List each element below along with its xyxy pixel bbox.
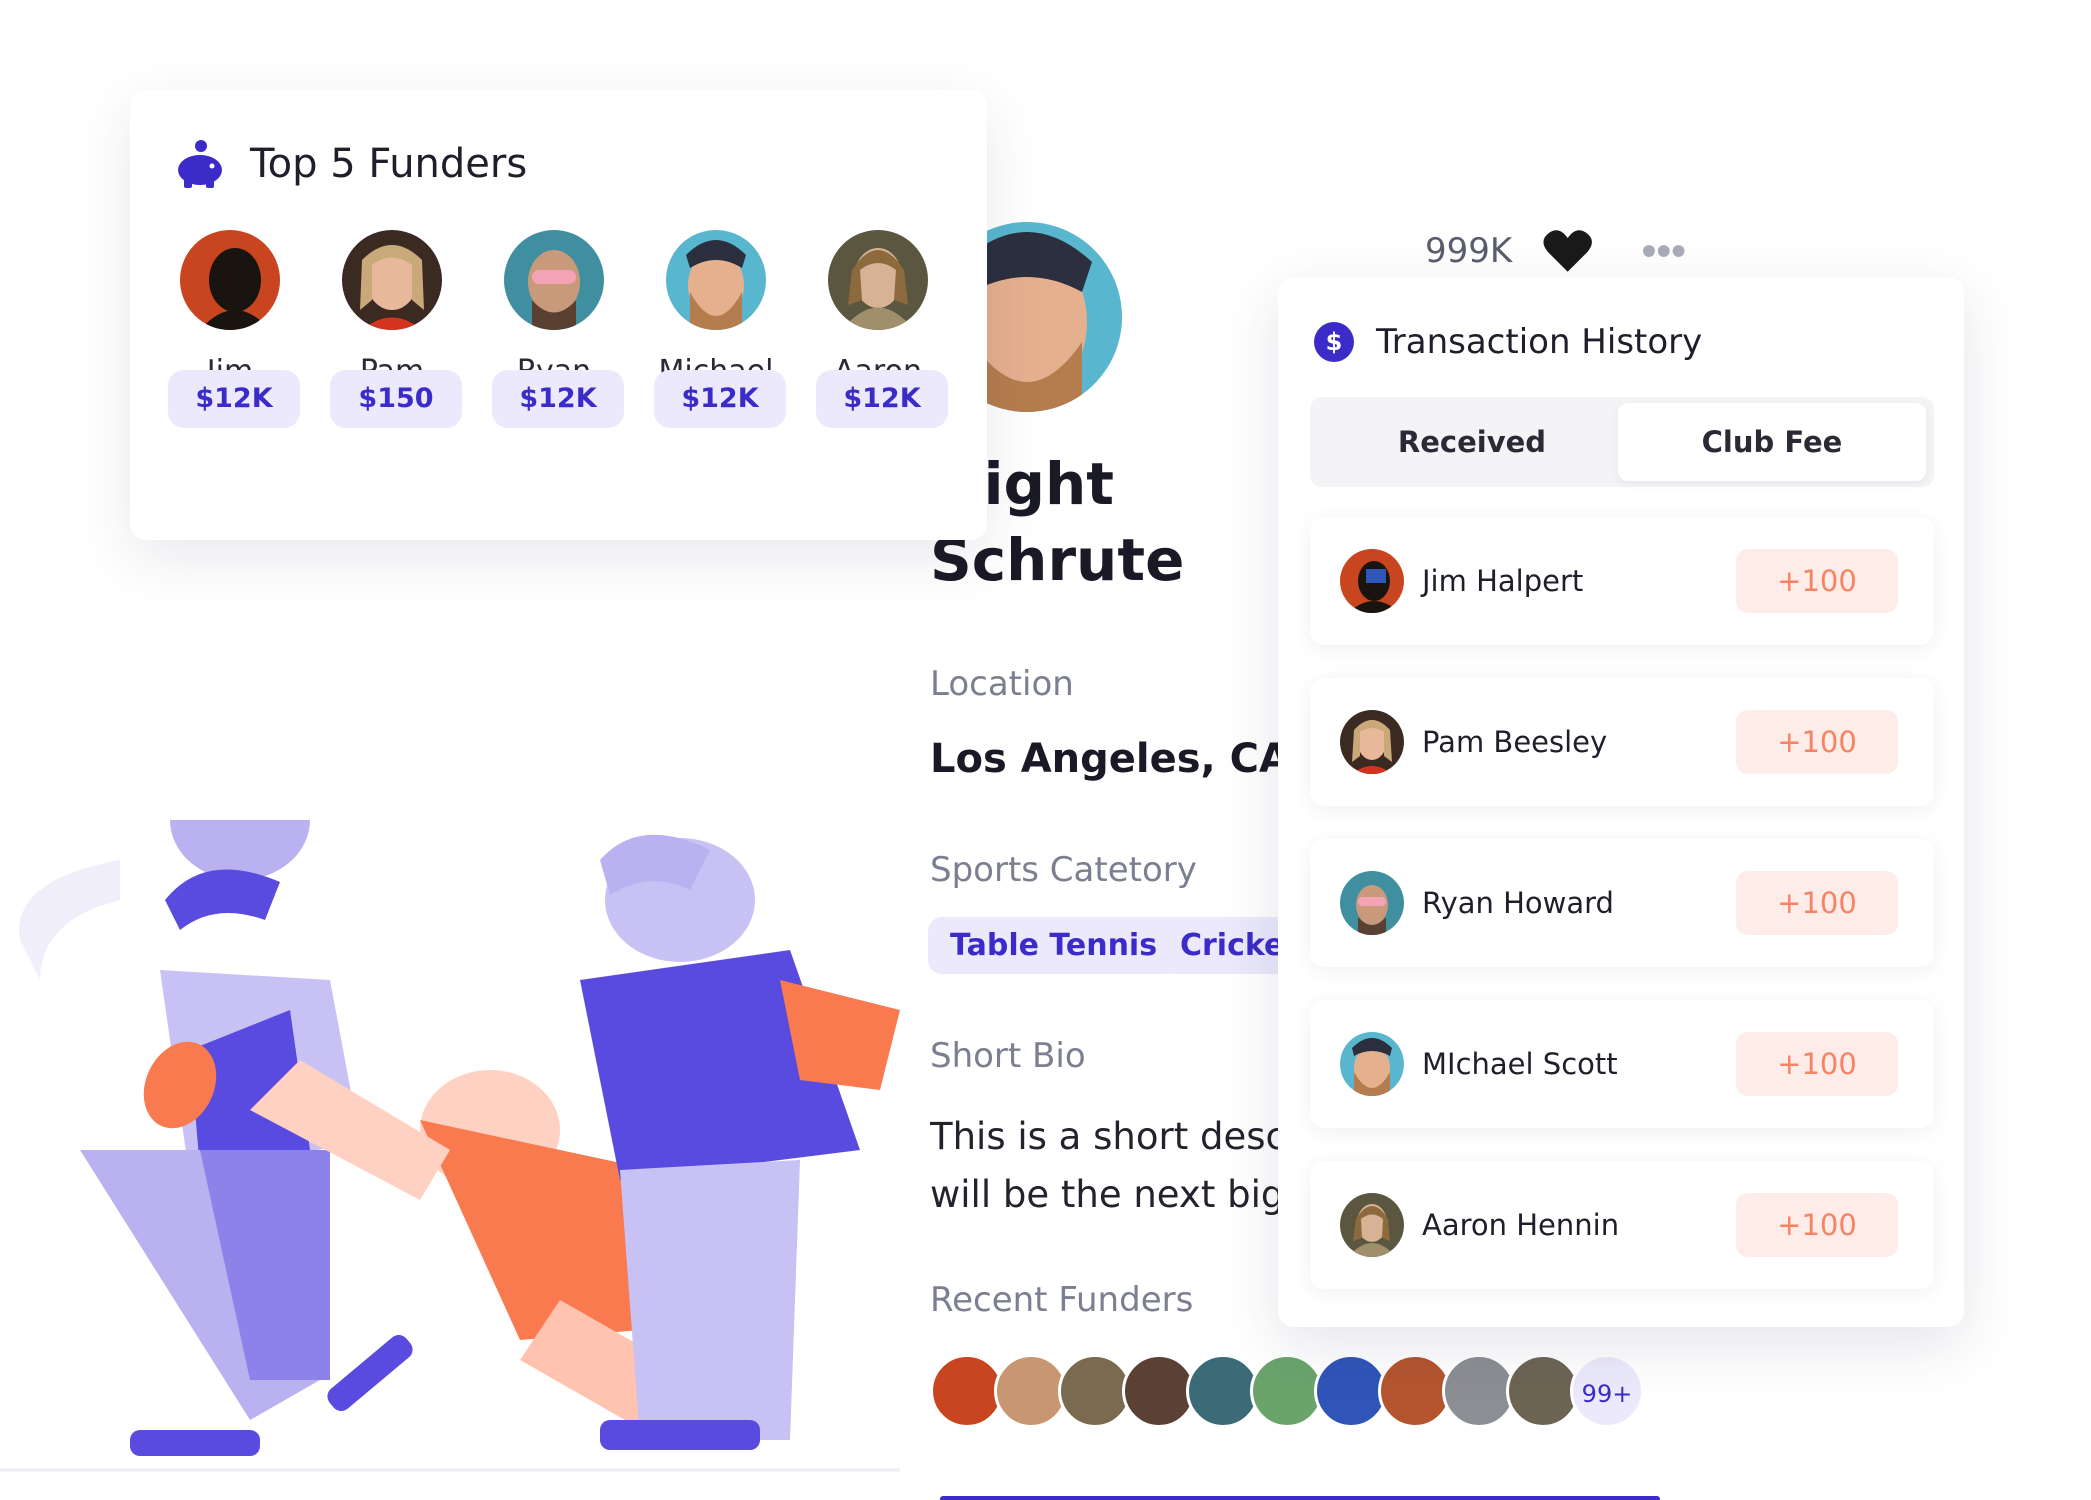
funder-item[interactable]: Ryan	[488, 230, 620, 389]
tx-name: Pam Beesley	[1422, 725, 1608, 759]
tab-received[interactable]: Received	[1318, 403, 1626, 481]
tx-tabs: Received Club Fee	[1310, 397, 1934, 487]
transaction-history-card: $ Transaction History Received Club Fee …	[1278, 277, 1964, 1327]
tx-amount: +100	[1736, 1193, 1898, 1257]
tx-avatar	[1340, 871, 1404, 935]
funder-avatar	[828, 230, 928, 330]
bio-line1: This is a short descr	[930, 1115, 1290, 1158]
profile-stats: 999K	[1425, 226, 1685, 276]
tx-row[interactable]: Jim Halpert +100	[1310, 517, 1934, 645]
more-dots-icon[interactable]	[1642, 244, 1685, 258]
tx-avatar	[1340, 1032, 1404, 1096]
funder-item[interactable]: Pam	[326, 230, 458, 389]
dollar-icon: $	[1314, 322, 1354, 362]
bio-label: Short Bio	[930, 1036, 1086, 1076]
funder-item[interactable]: Aaron	[812, 230, 944, 389]
sport-chip-table-tennis[interactable]: Table Tennis	[928, 917, 1180, 974]
tx-avatar	[1340, 710, 1404, 774]
bio-line2: will be the next big s	[930, 1173, 1290, 1216]
funder-avatar	[504, 230, 604, 330]
tx-title-row: $ Transaction History	[1314, 317, 1702, 367]
tx-row[interactable]: Ryan Howard +100	[1310, 839, 1934, 967]
tx-name: Ryan Howard	[1422, 886, 1614, 920]
recent-funder-avatar[interactable]	[1442, 1354, 1516, 1428]
tx-name: Jim Halpert	[1422, 564, 1584, 598]
funder-item[interactable]: Michael	[650, 230, 782, 389]
tx-row[interactable]: Pam Beesley +100	[1310, 678, 1934, 806]
recent-funder-avatar[interactable]	[930, 1354, 1004, 1428]
funder-avatar	[180, 230, 280, 330]
tx-title: Transaction History	[1376, 322, 1703, 362]
recent-funder-avatar[interactable]	[1058, 1354, 1132, 1428]
recent-funder-avatar[interactable]	[994, 1354, 1068, 1428]
recent-funder-avatar[interactable]	[1186, 1354, 1260, 1428]
recent-funder-avatar[interactable]	[1122, 1354, 1196, 1428]
funders-title-row: Top 5 Funders	[174, 134, 527, 194]
recent-funder-avatar[interactable]	[1250, 1354, 1324, 1428]
tx-name: Aaron Hennin	[1422, 1208, 1620, 1242]
recent-funder-avatar[interactable]	[1506, 1354, 1580, 1428]
funder-item[interactable]: Jim	[164, 230, 296, 389]
tx-amount: +100	[1736, 871, 1898, 935]
piggy-bank-icon	[178, 140, 222, 188]
sports-illustration	[0, 820, 900, 1472]
funders-title: Top 5 Funders	[250, 141, 528, 187]
tx-name: MIchael Scott	[1422, 1047, 1618, 1081]
tx-avatar	[1340, 1193, 1404, 1257]
tx-row[interactable]: Aaron Hennin +100	[1310, 1161, 1934, 1289]
funder-amount: $12K	[654, 370, 786, 428]
tx-amount: +100	[1736, 710, 1898, 774]
funder-avatar	[666, 230, 766, 330]
heart-icon[interactable]	[1542, 228, 1593, 274]
bio-text: This is a short descr will be the next b…	[930, 1108, 1290, 1224]
tx-amount: +100	[1736, 549, 1898, 613]
recent-funder-avatar[interactable]	[1314, 1354, 1388, 1428]
top-funders-card: Top 5 Funders Jim $12K Pam $150 Ryan $12…	[130, 90, 987, 540]
bottom-button-edge[interactable]	[940, 1496, 1660, 1500]
funder-amount: $12K	[492, 370, 624, 428]
tx-amount: +100	[1736, 1032, 1898, 1096]
location-value: Los Angeles, CA	[930, 736, 1290, 782]
funder-amount: $150	[330, 370, 462, 428]
funder-avatar	[342, 230, 442, 330]
funder-amount: $12K	[816, 370, 948, 428]
likes-count: 999K	[1425, 231, 1513, 271]
tx-row[interactable]: MIchael Scott +100	[1310, 1000, 1934, 1128]
tx-avatar	[1340, 549, 1404, 613]
funder-amount: $12K	[168, 370, 300, 428]
recent-funder-avatar[interactable]	[1378, 1354, 1452, 1428]
sports-label: Sports Catetory	[930, 850, 1197, 890]
tab-club-fee[interactable]: Club Fee	[1618, 403, 1926, 481]
more-funders-badge[interactable]: 99+	[1570, 1354, 1644, 1428]
location-label: Location	[930, 664, 1074, 704]
recent-funders-label: Recent Funders	[930, 1280, 1194, 1320]
